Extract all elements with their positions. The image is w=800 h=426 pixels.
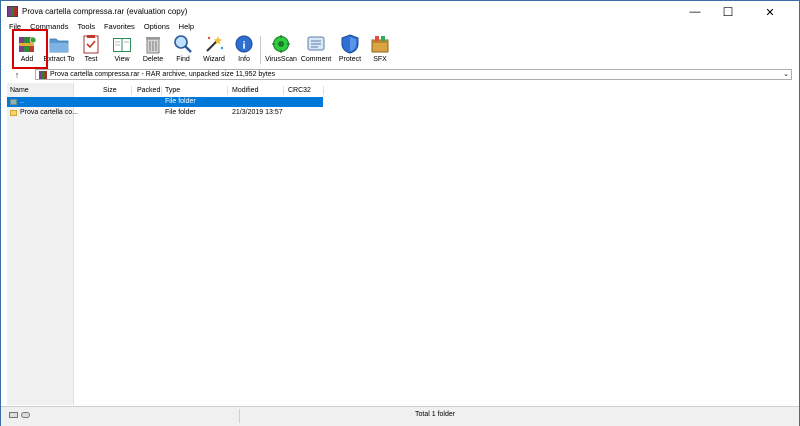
wizard-button[interactable]: Wizard bbox=[202, 32, 226, 67]
virusscan-button[interactable]: VirusScan bbox=[265, 32, 297, 67]
comment-button[interactable]: Comment bbox=[301, 32, 331, 67]
drive-icon[interactable] bbox=[9, 412, 18, 418]
find-label: Find bbox=[176, 56, 190, 63]
status-divider bbox=[239, 409, 240, 423]
address-bar: ↑ Prova cartella compressa.rar - RAR arc… bbox=[1, 68, 799, 82]
status-bar: Total 1 folder bbox=[1, 406, 799, 426]
address-text: Prova cartella compressa.rar - RAR archi… bbox=[50, 71, 276, 78]
table-row[interactable]: .. File folder bbox=[7, 97, 323, 107]
column-divider[interactable] bbox=[227, 86, 228, 95]
column-header-row: Name Size Packed Type Modified CRC32 bbox=[7, 85, 799, 96]
title-bar: Prova cartella compressa.rar (evaluation… bbox=[1, 1, 799, 23]
maximize-button[interactable]: ☐ bbox=[713, 1, 743, 23]
test-button[interactable]: Test bbox=[80, 32, 102, 67]
virusscan-label: VirusScan bbox=[265, 56, 297, 63]
toolbar: Add Extract To Test View Delete Find Wiz… bbox=[1, 32, 799, 68]
column-divider[interactable] bbox=[131, 86, 132, 95]
protect-button[interactable]: Protect bbox=[338, 32, 362, 67]
table-row[interactable]: Prova cartella co... File folder 21/3/20… bbox=[7, 108, 323, 118]
key-icon[interactable] bbox=[21, 412, 30, 418]
sfx-button[interactable]: SFX bbox=[369, 32, 391, 67]
comment-icon bbox=[306, 34, 326, 54]
folder-tree-pane[interactable] bbox=[7, 83, 74, 405]
winrar-window: Prova cartella compressa.rar (evaluation… bbox=[0, 0, 800, 426]
menu-bar: File Commands Tools Favorites Options He… bbox=[1, 21, 799, 32]
info-label: Info bbox=[238, 56, 250, 63]
shield-icon bbox=[340, 34, 360, 54]
menu-favorites[interactable]: Favorites bbox=[99, 21, 139, 32]
view-book-icon bbox=[112, 34, 132, 54]
test-label: Test bbox=[84, 56, 98, 63]
column-divider[interactable] bbox=[323, 86, 324, 95]
close-button[interactable]: ✕ bbox=[755, 1, 785, 23]
file-modified: 21/3/2019 13:57 bbox=[232, 109, 283, 116]
menu-help[interactable]: Help bbox=[174, 21, 198, 32]
column-modified[interactable]: Modified bbox=[232, 85, 258, 96]
column-divider[interactable] bbox=[161, 86, 162, 95]
status-summary: Total 1 folder bbox=[415, 411, 456, 418]
extract-to-label: Extract To bbox=[43, 56, 75, 63]
column-divider[interactable] bbox=[283, 86, 284, 95]
magnifier-icon bbox=[173, 34, 193, 54]
protect-label: Protect bbox=[338, 56, 362, 63]
column-size[interactable]: Size bbox=[103, 85, 117, 96]
parent-folder-icon bbox=[10, 99, 17, 105]
toolbar-separator bbox=[260, 36, 261, 64]
column-type[interactable]: Type bbox=[165, 85, 180, 96]
info-button[interactable]: i Info bbox=[234, 32, 254, 67]
svg-text:i: i bbox=[242, 40, 245, 52]
file-name: .. bbox=[20, 98, 24, 105]
folder-icon bbox=[10, 110, 17, 116]
up-one-level-button[interactable]: ↑ bbox=[7, 69, 27, 81]
minimize-button[interactable]: — bbox=[680, 1, 710, 23]
file-type: File folder bbox=[165, 109, 196, 116]
menu-tools[interactable]: Tools bbox=[72, 21, 99, 32]
sfx-archive-icon bbox=[370, 34, 390, 54]
info-icon: i bbox=[234, 34, 254, 54]
add-highlight-box bbox=[12, 29, 48, 69]
comment-label: Comment bbox=[300, 56, 332, 63]
chevron-down-icon[interactable]: ⌄ bbox=[783, 70, 789, 78]
column-divider[interactable] bbox=[73, 86, 74, 95]
delete-button[interactable]: Delete bbox=[141, 32, 165, 67]
extract-folder-icon bbox=[49, 34, 69, 54]
window-title: Prova cartella compressa.rar (evaluation… bbox=[22, 7, 188, 16]
trash-icon bbox=[143, 34, 163, 54]
file-name: Prova cartella co... bbox=[20, 109, 78, 116]
virus-scan-icon bbox=[271, 34, 291, 54]
column-name[interactable]: Name bbox=[10, 85, 29, 96]
magic-wand-icon bbox=[204, 34, 224, 54]
column-crc32[interactable]: CRC32 bbox=[288, 85, 311, 96]
view-button[interactable]: View bbox=[110, 32, 134, 67]
winrar-app-icon bbox=[7, 6, 18, 17]
wizard-label: Wizard bbox=[203, 56, 225, 63]
test-clipboard-icon bbox=[81, 34, 101, 54]
sfx-label: SFX bbox=[373, 56, 387, 63]
archive-icon bbox=[39, 71, 47, 79]
file-type: File folder bbox=[165, 98, 196, 105]
menu-options[interactable]: Options bbox=[139, 21, 174, 32]
status-icons bbox=[9, 412, 30, 418]
delete-label: Delete bbox=[142, 56, 164, 63]
address-field[interactable]: Prova cartella compressa.rar - RAR archi… bbox=[35, 69, 792, 80]
column-packed[interactable]: Packed bbox=[137, 85, 160, 96]
find-button[interactable]: Find bbox=[172, 32, 194, 67]
view-label: View bbox=[114, 56, 130, 63]
